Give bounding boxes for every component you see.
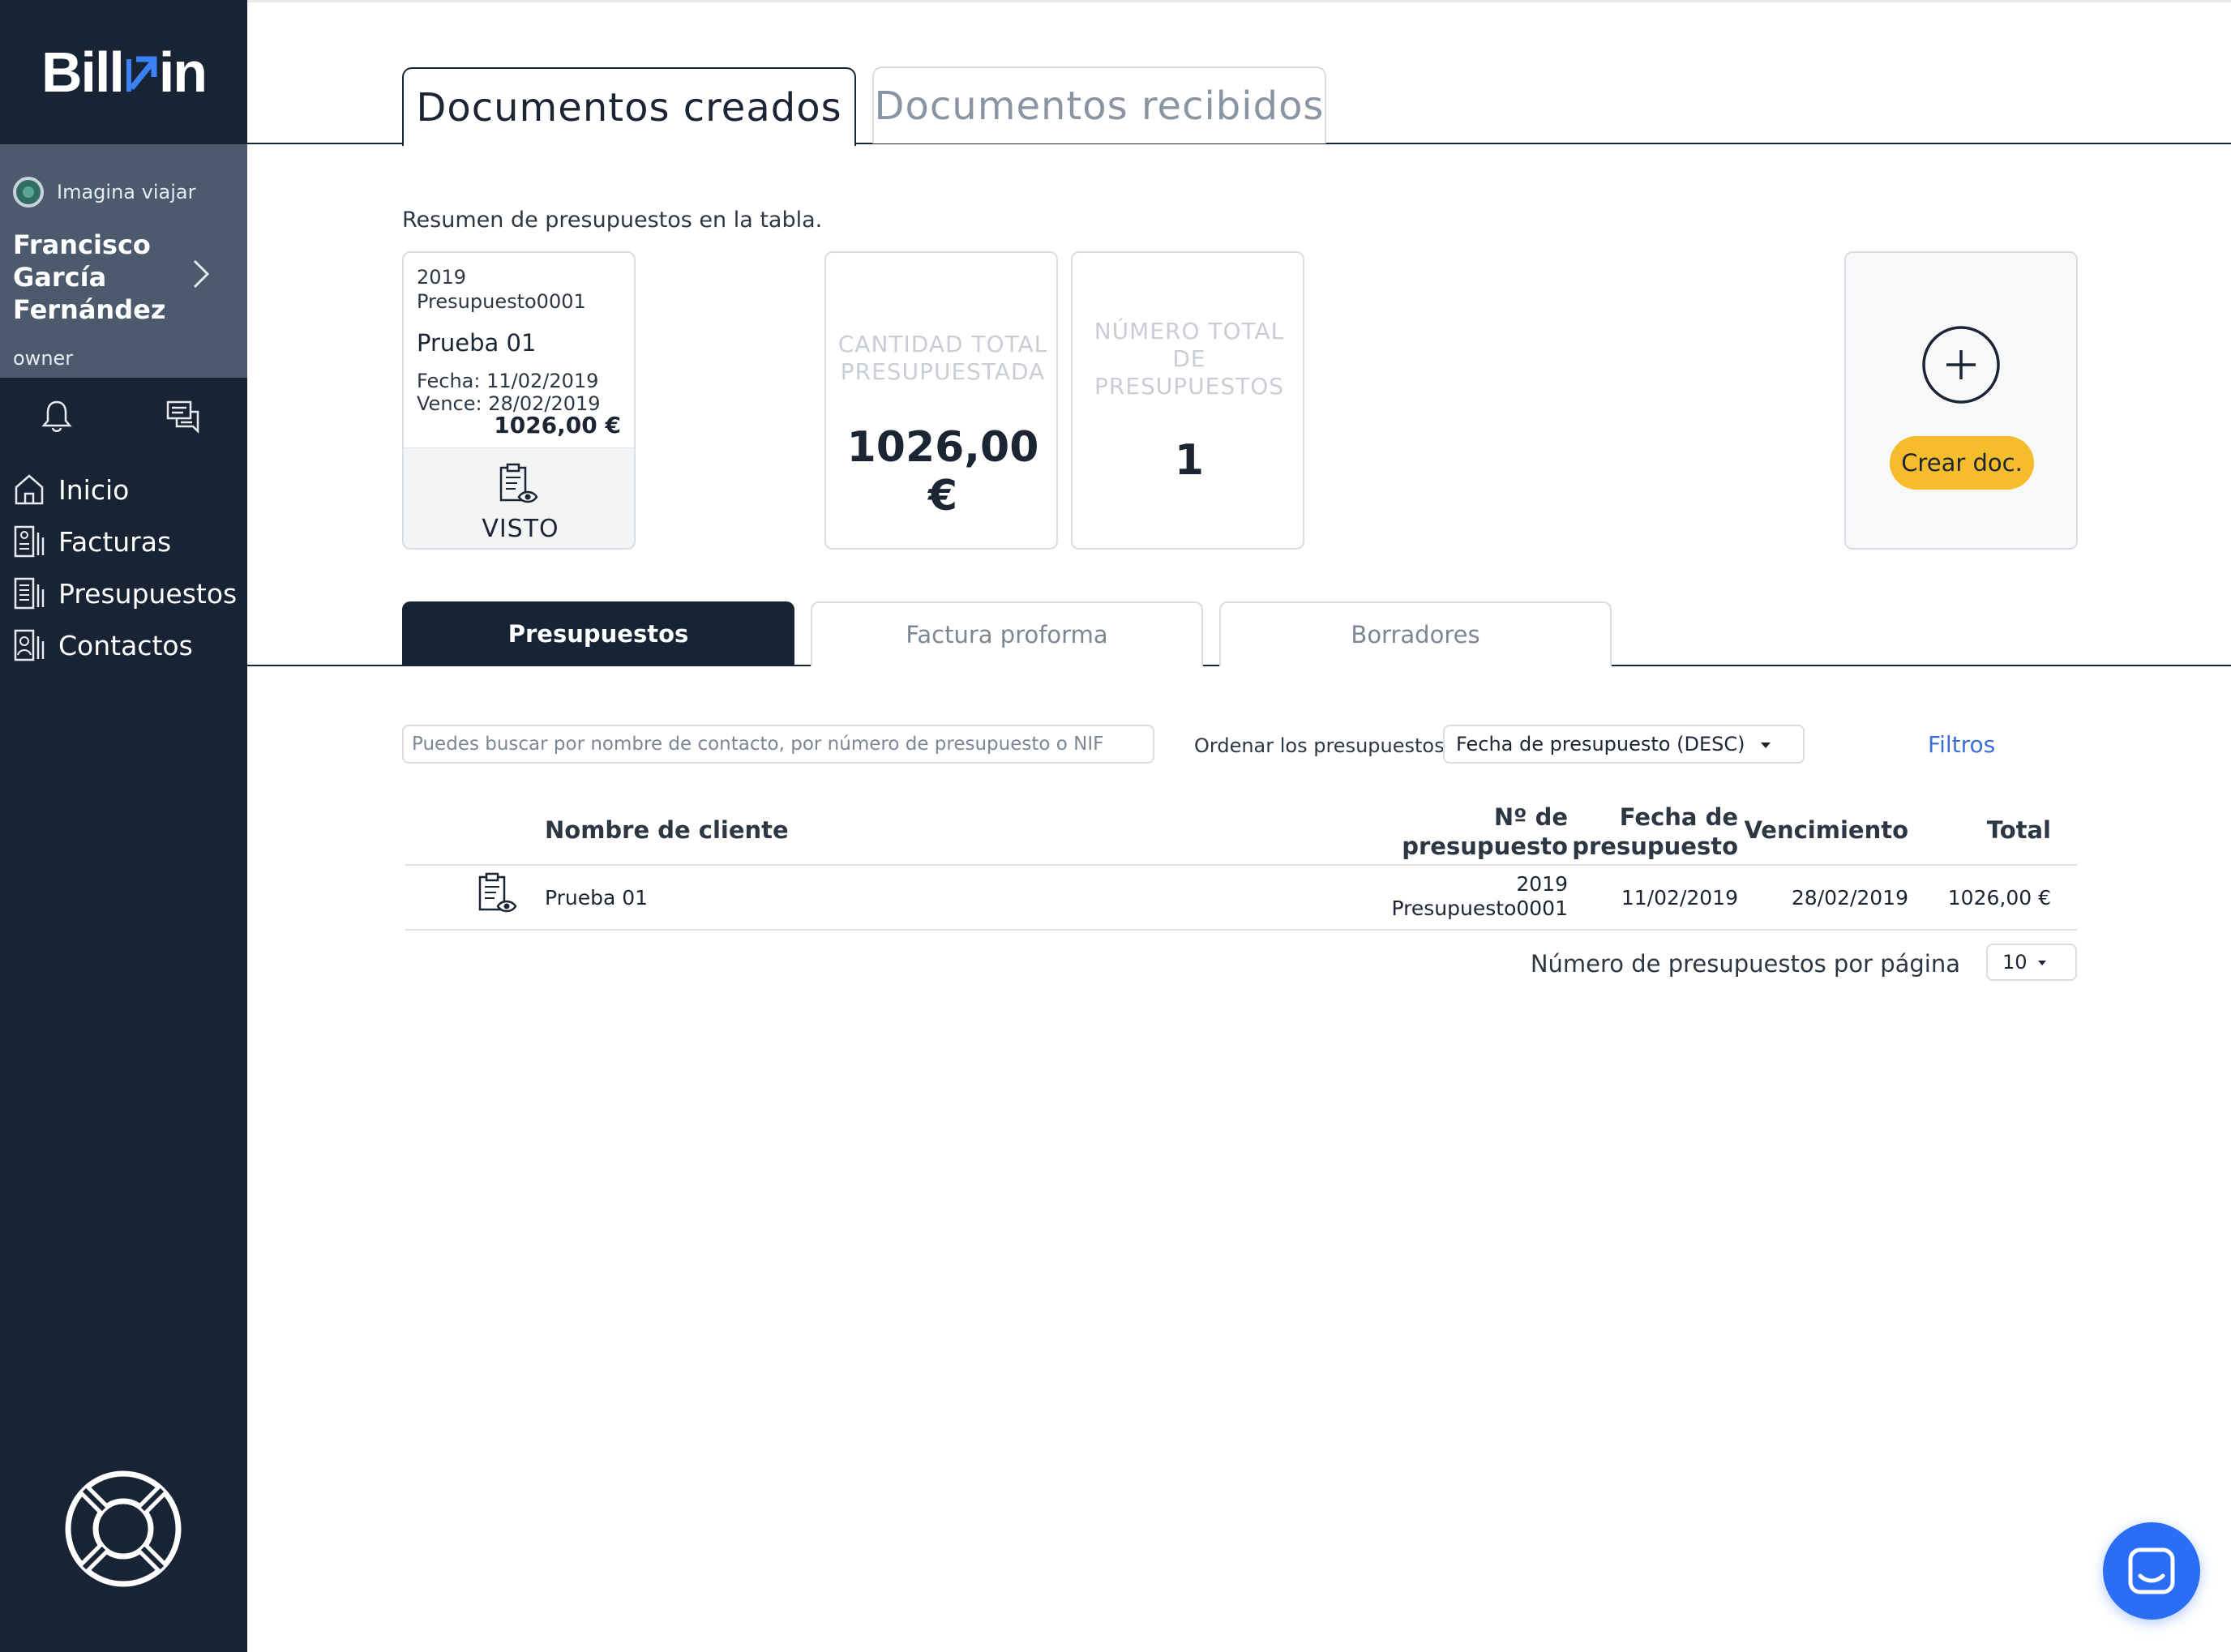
budget-client: Prueba 01 xyxy=(417,329,537,357)
budget-status: VISTO xyxy=(482,515,559,543)
contacts-icon xyxy=(14,629,45,661)
column-header-client[interactable]: Nombre de cliente xyxy=(545,815,789,845)
sidebar-item-presupuestos[interactable]: Presupuestos xyxy=(0,567,247,619)
company-avatar xyxy=(13,177,44,208)
stat-value: 1 xyxy=(1174,436,1205,485)
table-header-divider xyxy=(405,864,2077,866)
tab-borradores[interactable]: Borradores xyxy=(1219,601,1612,666)
user-name: Francisco García Fernández xyxy=(13,229,166,325)
document-viewed-icon xyxy=(478,872,517,913)
company-name: Imagina viajar xyxy=(57,181,196,203)
sidebar-item-facturas[interactable]: Facturas xyxy=(0,516,247,567)
document-viewed-icon xyxy=(499,463,538,503)
tab-factura-proforma[interactable]: Factura proforma xyxy=(811,601,1203,666)
budget-number: Presupuesto0001 xyxy=(417,290,586,313)
column-header-total[interactable]: Total xyxy=(1889,815,2051,845)
sidebar: Bill in Imagina viajar Francisco García … xyxy=(0,0,247,1652)
sidebar-nav: Inicio Facturas Presupuestos Contactos xyxy=(0,464,247,671)
top-border xyxy=(247,0,2231,2)
sidebar-item-label: Contactos xyxy=(58,629,193,661)
sidebar-item-label: Facturas xyxy=(58,525,172,558)
per-page-select[interactable]: 10 xyxy=(1986,944,2077,981)
lifebuoy-icon[interactable] xyxy=(63,1469,183,1589)
search-input[interactable] xyxy=(402,725,1154,764)
sidebar-item-contactos[interactable]: Contactos xyxy=(0,619,247,671)
home-icon xyxy=(15,474,44,505)
logo-arrow-icon xyxy=(126,56,157,92)
stat-label: NÚMERO TOTAL DE PRESUPUESTOS xyxy=(1094,318,1285,400)
sort-label: Ordenar los presupuestos xyxy=(1194,734,1445,757)
create-document-card[interactable]: Crear doc. xyxy=(1844,251,2078,550)
sort-select[interactable]: Fecha de presupuesto (DESC) xyxy=(1443,725,1805,764)
filters-link[interactable]: Filtros xyxy=(1928,731,1995,758)
chat-bubble-icon xyxy=(2128,1547,2175,1594)
column-header-due[interactable]: Vencimiento xyxy=(1706,815,1908,845)
chevron-right-icon[interactable] xyxy=(185,258,217,290)
budget-year: 2019 xyxy=(417,266,467,289)
logo-text-right: in xyxy=(158,41,208,104)
user-profile[interactable]: Imagina viajar Francisco García Fernánde… xyxy=(0,144,247,378)
tab-presupuestos[interactable]: Presupuestos xyxy=(402,601,794,666)
company-switcher[interactable]: Imagina viajar xyxy=(13,177,195,208)
bell-icon[interactable] xyxy=(41,399,73,434)
logo-text-left: Bill xyxy=(41,41,125,104)
sidebar-item-label: Presupuestos xyxy=(58,577,238,610)
tab-documentos-recibidos[interactable]: Documentos recibidos xyxy=(872,66,1326,143)
per-page-value: 10 xyxy=(2002,951,2028,974)
budget-amount: 1026,00 € xyxy=(494,412,621,439)
budget-icon xyxy=(14,577,45,610)
stat-value: 1026,00 € xyxy=(846,423,1039,520)
budget-date: Fecha: 11/02/2019 xyxy=(417,370,599,392)
cell-due: 28/02/2019 xyxy=(1791,886,1908,909)
sidebar-item-label: Inicio xyxy=(58,473,130,506)
total-count-card: NÚMERO TOTAL DE PRESUPUESTOS 1 xyxy=(1071,251,1304,550)
tab-documentos-creados[interactable]: Documentos creados xyxy=(402,67,856,146)
chat-icon[interactable] xyxy=(165,399,201,434)
caret-down-icon xyxy=(1761,743,1771,748)
total-amount-card: CANTIDAD TOTAL PRESUPUESTADA 1026,00 € xyxy=(824,251,1058,550)
summary-description: Resumen de presupuestos en la tabla. xyxy=(402,208,823,233)
user-role: owner xyxy=(13,347,74,370)
support-chat-button[interactable] xyxy=(2103,1522,2200,1620)
table-row-divider xyxy=(405,929,2077,931)
per-page-label: Número de presupuestos por página xyxy=(1530,950,1960,978)
invoice-icon xyxy=(14,525,45,558)
cell-client: Prueba 01 xyxy=(545,886,649,909)
sort-value: Fecha de presupuesto (DESC) xyxy=(1456,733,1745,755)
cell-total: 1026,00 € xyxy=(1947,886,2051,909)
billin-logo[interactable]: Bill in xyxy=(0,0,247,144)
sidebar-item-inicio[interactable]: Inicio xyxy=(0,464,247,516)
plus-circle-icon[interactable] xyxy=(1921,324,2002,405)
create-document-button[interactable]: Crear doc. xyxy=(1890,436,2034,490)
latest-budget-card[interactable]: 2019 Presupuesto0001 Prueba 01 Fecha: 11… xyxy=(402,251,636,550)
utility-icons xyxy=(0,389,247,446)
stat-label: CANTIDAD TOTAL PRESUPUESTADA xyxy=(837,331,1048,385)
budget-status-area: VISTO xyxy=(404,447,634,548)
caret-down-icon xyxy=(2038,961,2046,965)
